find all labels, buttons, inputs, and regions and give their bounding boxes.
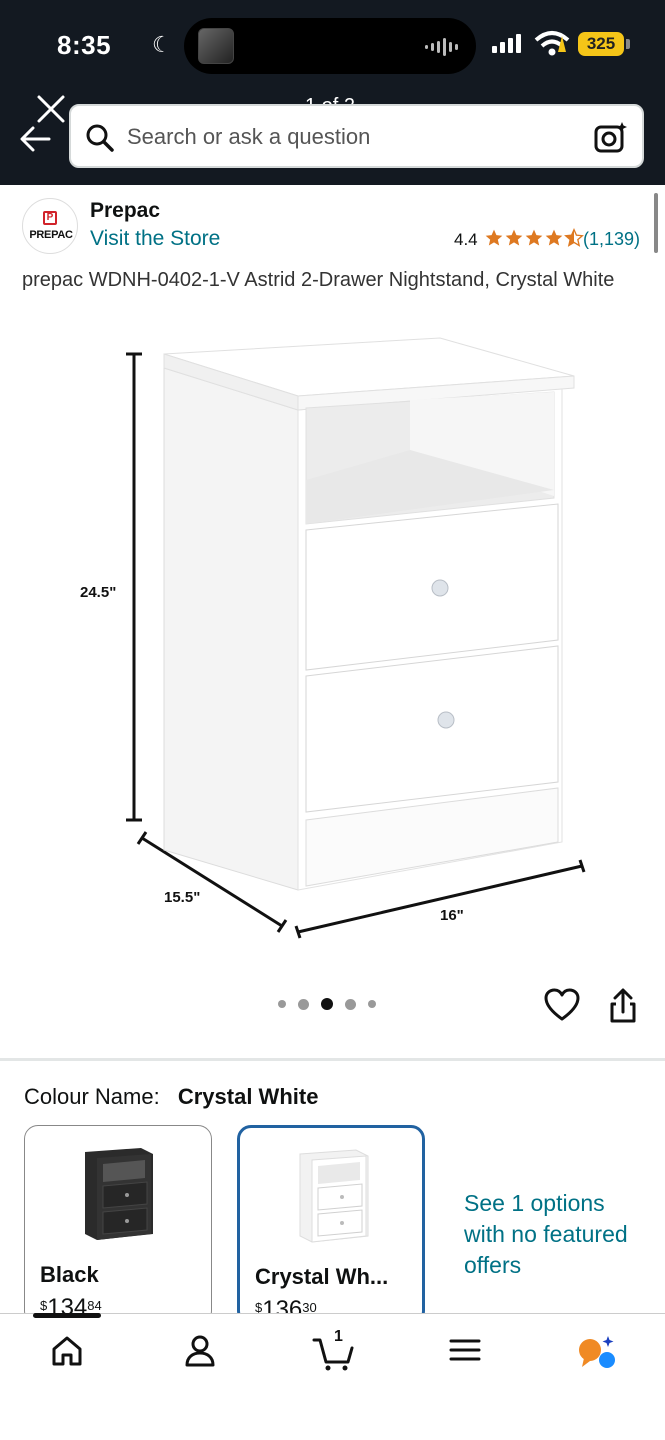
carousel-dot[interactable] <box>345 998 356 1010</box>
star-full-icon <box>505 229 523 246</box>
dynamic-island[interactable] <box>184 18 476 74</box>
width-dimension-label: 16" <box>440 907 464 924</box>
carousel-dot[interactable] <box>298 998 309 1010</box>
visit-store-link[interactable]: Visit the Store <box>90 227 220 251</box>
colour-option-crystal-white[interactable]: Crystal Wh... $13630 <box>237 1125 425 1325</box>
carousel-dot-active[interactable] <box>321 998 333 1010</box>
colour-name-row: Colour Name: Crystal White <box>24 1084 318 1110</box>
carousel-dot[interactable] <box>278 1000 286 1008</box>
section-divider <box>0 1058 665 1061</box>
rating-count-link[interactable]: (1,139) <box>583 229 640 250</box>
height-dimension-label: 24.5" <box>80 584 116 601</box>
white-nightstand-thumbnail <box>299 1149 369 1243</box>
cart-button[interactable]: 1 <box>312 1328 358 1374</box>
carousel-dot[interactable] <box>368 1000 376 1008</box>
star-full-icon <box>485 229 503 246</box>
battery-nub <box>626 39 630 49</box>
menu-icon[interactable] <box>449 1334 481 1366</box>
search-input[interactable] <box>127 108 567 166</box>
colour-option-name: Black <box>40 1262 99 1287</box>
colour-option-name: Crystal Wh... <box>255 1264 389 1289</box>
depth-dimension-label: 15.5" <box>164 889 200 906</box>
image-carousel-dots[interactable] <box>278 998 376 1010</box>
price-currency: $ <box>40 1298 48 1313</box>
star-full-icon <box>525 229 543 246</box>
product-title: prepac WDNH-0402-1-V Astrid 2-Drawer Nig… <box>22 269 615 291</box>
brand-name: Prepac <box>90 199 161 222</box>
see-more-options-link[interactable]: See 1 options with no featured offers <box>464 1188 644 1281</box>
cell-signal-icon <box>492 34 521 53</box>
selected-colour: Crystal White <box>177 1084 319 1109</box>
heart-icon[interactable] <box>544 988 580 1022</box>
wifi-icon <box>534 31 570 56</box>
account-icon[interactable] <box>183 1334 217 1368</box>
camera-search-icon[interactable] <box>594 120 628 154</box>
brand-logo[interactable]: P PREPAC <box>22 198 78 254</box>
share-icon[interactable] <box>608 988 638 1024</box>
star-half-icon <box>564 228 584 247</box>
status-time: 8:35 <box>57 30 112 60</box>
active-tab-indicator <box>33 1313 101 1318</box>
search-icon <box>86 124 114 152</box>
top-header: 8:35 ☾ 325 1 of 2 <box>0 0 665 185</box>
rating-stars[interactable] <box>484 228 584 248</box>
price-cents: 84 <box>87 1298 102 1313</box>
colour-option-black[interactable]: Black $13484 <box>24 1125 212 1325</box>
product-image[interactable]: 24.5" 15.5" 16" <box>80 330 600 950</box>
black-nightstand-thumbnail <box>85 1148 153 1240</box>
rating-value: 4.4 <box>454 230 478 249</box>
moon-icon: ☾ <box>152 32 172 57</box>
now-playing-thumbnail <box>198 28 234 64</box>
bottom-navigation: 1 <box>0 1313 665 1440</box>
star-full-icon <box>545 229 563 246</box>
rufus-assistant-icon[interactable] <box>576 1334 616 1370</box>
scroll-indicator <box>654 193 658 253</box>
audio-wave-icon <box>425 38 458 56</box>
home-icon[interactable] <box>50 1334 84 1368</box>
close-icon[interactable] <box>34 92 68 126</box>
cart-count-badge: 1 <box>334 1328 343 1345</box>
battery-indicator: 325 <box>578 32 624 56</box>
back-arrow-icon[interactable] <box>18 124 52 154</box>
search-bar[interactable] <box>69 104 644 168</box>
image-pager: 1 of 2 <box>305 92 355 104</box>
colour-label: Colour Name: <box>24 1084 160 1109</box>
prepac-mark-icon: P <box>43 211 57 225</box>
brand-logo-text: PREPAC <box>29 229 73 241</box>
